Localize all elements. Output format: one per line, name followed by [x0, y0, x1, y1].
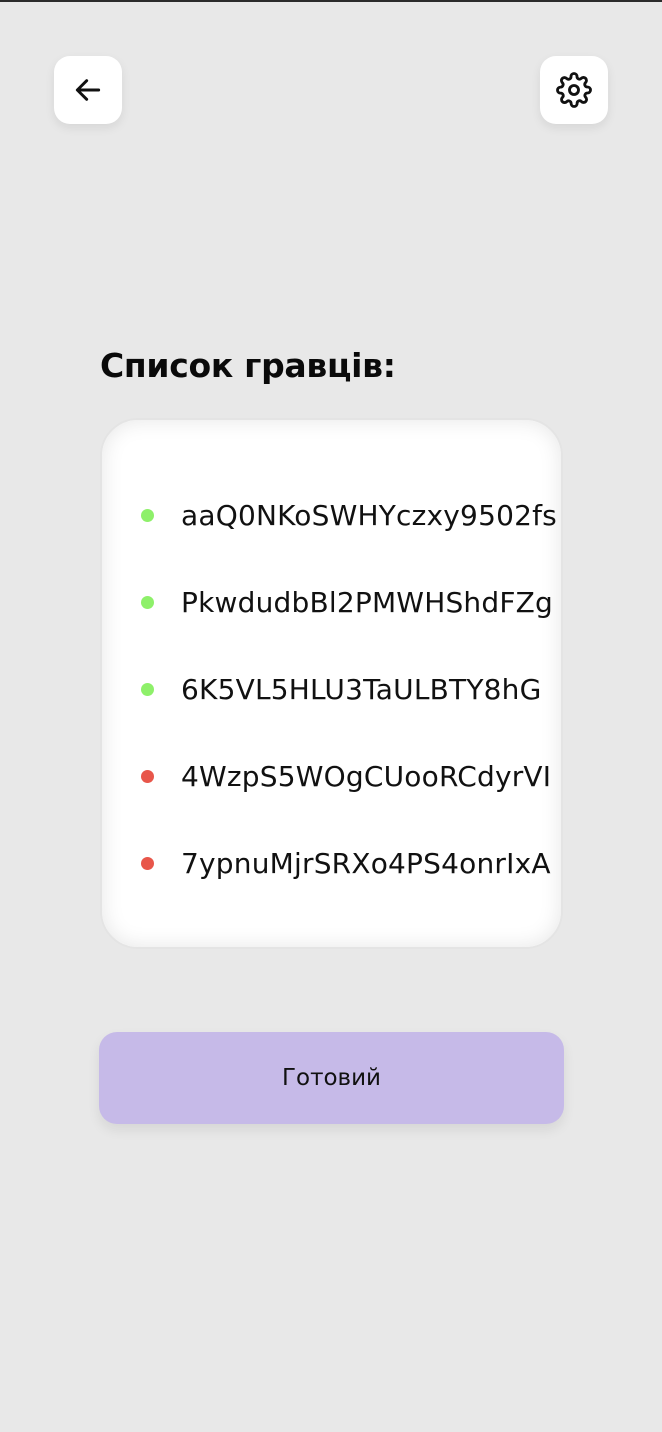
players-list-card[interactable]: aaQ0NKoSWHYczxy9502fs PkwdudbBl2PMWHShdF… — [100, 418, 563, 949]
settings-button[interactable] — [540, 56, 608, 124]
players-list-title: Список гравців: — [100, 346, 396, 385]
gear-icon — [556, 72, 592, 108]
players-list: aaQ0NKoSWHYczxy9502fs PkwdudbBl2PMWHShdF… — [102, 472, 561, 907]
back-button[interactable] — [54, 56, 122, 124]
player-list-item[interactable]: PkwdudbBl2PMWHShdFZg — [102, 559, 561, 646]
player-name: PkwdudbBl2PMWHShdFZg — [181, 586, 554, 619]
status-dot — [141, 770, 154, 783]
player-list-item[interactable]: 6K5VL5HLU3TaULBTY8hG — [102, 646, 561, 733]
arrow-left-icon — [75, 79, 101, 101]
player-name: 7ypnuMjrSRXo4PS4onrIxA — [181, 847, 551, 880]
top-edge-line — [0, 0, 662, 2]
status-dot — [141, 857, 154, 870]
status-dot — [141, 596, 154, 609]
player-name: aaQ0NKoSWHYczxy9502fs — [181, 499, 557, 532]
player-list-item[interactable]: 7ypnuMjrSRXo4PS4onrIxA — [102, 820, 561, 907]
player-list-item[interactable]: aaQ0NKoSWHYczxy9502fs — [102, 472, 561, 559]
status-dot — [141, 683, 154, 696]
player-name: 4WzpS5WOgCUooRCdyrVI — [181, 760, 552, 793]
player-name: 6K5VL5HLU3TaULBTY8hG — [181, 673, 542, 706]
ready-button[interactable]: Готовий — [99, 1032, 564, 1124]
status-dot — [141, 509, 154, 522]
player-list-item[interactable]: 4WzpS5WOgCUooRCdyrVI — [102, 733, 561, 820]
